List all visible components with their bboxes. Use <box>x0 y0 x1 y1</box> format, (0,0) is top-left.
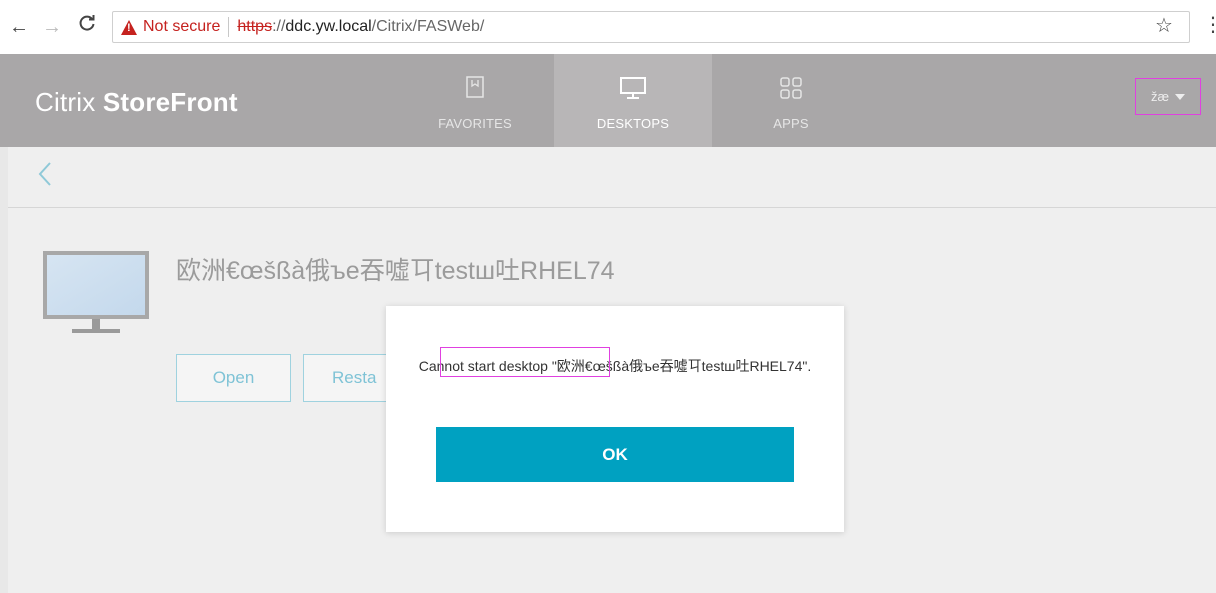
url-scheme: https <box>237 18 273 35</box>
brand-logo: Citrix StoreFront <box>35 87 238 118</box>
dialog-message: Cannot start desktop "欧洲€œšßà俄ъe吞噓㔿testш… <box>418 358 812 374</box>
error-dialog: Cannot start desktop "欧洲€œšßà俄ъe吞噓㔿testш… <box>386 306 844 532</box>
user-menu-button[interactable]: žæ <box>1135 78 1201 115</box>
tab-desktops[interactable]: DESKTOPS <box>554 54 712 147</box>
brand-light-text: Citrix <box>35 87 103 117</box>
security-status: Not secure <box>143 18 221 35</box>
apps-grid-icon <box>779 76 803 105</box>
back-bar <box>8 147 1216 208</box>
url-separator: :// <box>272 18 286 35</box>
tab-favorites[interactable]: FAVORITES <box>396 54 554 147</box>
forward-arrow-icon[interactable]: → <box>42 15 62 39</box>
url-host: ddc.yw.local <box>285 18 372 35</box>
tab-apps[interactable]: APPS <box>712 54 870 147</box>
tab-favorites-label: FAVORITES <box>438 116 512 131</box>
browser-toolbar: ← → ! Not secure https://ddc.yw.local/Ci… <box>0 0 1216 54</box>
tab-desktops-label: DESKTOPS <box>596 116 670 131</box>
restart-button-label: Resta <box>332 368 377 387</box>
address-divider <box>228 17 230 37</box>
address-bar[interactable]: ! Not secure https://ddc.yw.local/Citrix… <box>112 11 1190 43</box>
storefront-header: Citrix StoreFront FAVORITES DESKTOPS APP… <box>0 54 1216 147</box>
tab-apps-label: APPS <box>773 116 809 131</box>
open-button[interactable]: Open <box>176 354 291 402</box>
reload-icon[interactable] <box>78 14 96 39</box>
browser-menu-icon[interactable]: ⋮ <box>1203 12 1216 37</box>
desktop-title: 欧洲€œšßà俄ъe吞噓㔿testш吐RHEL74 <box>176 257 615 285</box>
back-chevron-icon[interactable] <box>38 161 52 194</box>
back-arrow-icon[interactable]: ← <box>9 15 29 39</box>
brand-bold-text: StoreFront <box>102 87 238 117</box>
chevron-down-icon <box>1175 93 1186 100</box>
url-path: /Citrix/FASWeb/ <box>371 18 485 35</box>
bookmark-star-icon[interactable]: ☆ <box>1155 13 1173 38</box>
bookmark-icon <box>466 76 484 103</box>
ok-button[interactable]: OK <box>436 427 794 482</box>
desktop-monitor-icon <box>42 250 150 339</box>
warning-icon: ! <box>121 19 137 35</box>
monitor-icon <box>619 76 647 105</box>
user-name-label: žæ <box>1150 89 1170 104</box>
